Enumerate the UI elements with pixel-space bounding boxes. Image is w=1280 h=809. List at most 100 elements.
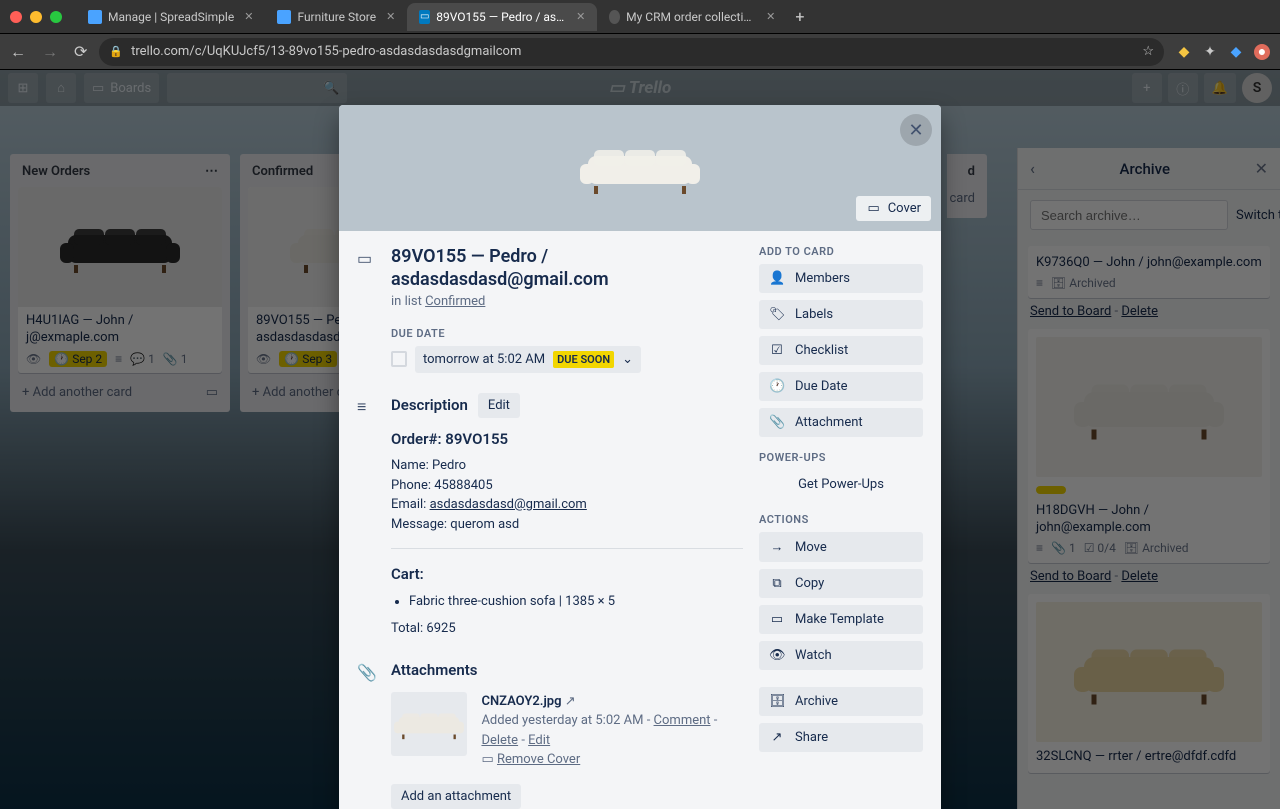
browser-tab-active[interactable]: ▭ 89VO155 — Pedro / asdasdas… ✕ [407, 3, 597, 31]
ext-icon[interactable]: ◆ [1228, 44, 1244, 60]
order-message: Message: querom asd [391, 515, 743, 535]
card-icon: ▭ [357, 245, 381, 268]
description-content[interactable]: Order#: 89VO155 Name: Pedro Phone: 45888… [391, 428, 743, 639]
attachment-icon: 📎 [769, 415, 785, 430]
browser-titlebar: Manage | SpreadSimple ✕ Furniture Store … [0, 0, 1280, 34]
description-label: Description [391, 396, 468, 414]
add-to-card-label: ADD TO CARD [759, 245, 923, 258]
order-email: Email: asdasdasdasd@gmail.com [391, 495, 743, 515]
forward-button[interactable]: → [42, 42, 58, 62]
close-tab-icon[interactable]: ✕ [386, 10, 395, 23]
attachment-thumbnail[interactable] [391, 692, 467, 756]
in-list-text: in list Confirmed [391, 294, 743, 309]
browser-toolbar: ← → ⟳ 🔒 trello.com/c/UqKUJcf5/13-89vo155… [0, 34, 1280, 70]
copy-icon: ⧉ [769, 576, 785, 591]
extensions-icon[interactable]: ✦ [1202, 44, 1218, 60]
tab-label: Manage | SpreadSimple [108, 10, 234, 24]
order-phone: Phone: 45888405 [391, 476, 743, 496]
browser-tab[interactable]: Manage | SpreadSimple ✕ [76, 3, 265, 31]
profile-avatar[interactable]: ● [1254, 44, 1270, 60]
share-icon: ↗ [769, 730, 785, 745]
browser-tabs: Manage | SpreadSimple ✕ Furniture Store … [76, 0, 812, 33]
reload-button[interactable]: ⟳ [74, 42, 87, 61]
address-bar[interactable]: 🔒 trello.com/c/UqKUJcf5/13-89vo155-pedro… [99, 38, 1164, 66]
labels-button[interactable]: 🏷Labels [759, 300, 923, 329]
move-button[interactable]: →Move [759, 532, 923, 562]
add-attachment-button[interactable]: Add an attachment [391, 784, 521, 809]
due-date-button[interactable]: tomorrow at 5:02 AM DUE SOON ⌄ [415, 346, 641, 373]
members-button[interactable]: 👤Members [759, 264, 923, 293]
modal-backdrop[interactable]: ✕ ▭ Cover ▭ 89VO155 — Pedro / asdasdasda… [0, 70, 1280, 809]
cart-header: Cart: [391, 563, 743, 586]
share-button[interactable]: ↗Share [759, 723, 923, 752]
close-tab-icon[interactable]: ✕ [766, 10, 775, 23]
close-modal-button[interactable]: ✕ [900, 114, 932, 146]
tab-label: Furniture Store [297, 10, 376, 24]
members-icon: 👤 [769, 271, 785, 286]
back-button[interactable]: ← [10, 42, 26, 62]
archive-icon: 🗄 [769, 694, 785, 709]
new-tab-button[interactable]: + [787, 7, 812, 26]
tab-favicon: ▭ [419, 10, 430, 24]
open-icon[interactable]: ↗ [565, 694, 576, 709]
attachment-delete-link[interactable]: Delete [481, 733, 518, 748]
order-header: Order#: 89VO155 [391, 428, 743, 451]
cover-icon: ▭ [866, 201, 882, 216]
url-text: trello.com/c/UqKUJcf5/13-89vo155-pedro-a… [131, 44, 1134, 59]
watch-icon: 👁 [769, 648, 785, 663]
clock-icon: 🕐 [769, 379, 785, 394]
trello-app: ⊞ ⌂ ▭ Boards 🔍 ▭ Trello + ⓘ 🔔 S My CRM ☆… [0, 70, 1280, 809]
checklist-icon: ☑ [769, 343, 785, 358]
edit-description-button[interactable]: Edit [478, 393, 520, 418]
remove-cover-link[interactable]: Remove Cover [497, 752, 580, 767]
attachment-comment-link[interactable]: Comment [654, 713, 711, 728]
due-date-button[interactable]: 🕐Due Date [759, 372, 923, 401]
attachment-edit-link[interactable]: Edit [528, 733, 550, 748]
chevron-down-icon: ⌄ [622, 352, 633, 367]
due-date-label: DUE DATE [391, 327, 743, 340]
attachment-filename[interactable]: CNZAOY2.jpg [481, 694, 561, 709]
checklist-button[interactable]: ☑Checklist [759, 336, 923, 365]
due-checkbox[interactable] [391, 351, 407, 367]
ext-icon[interactable]: ◆ [1176, 44, 1192, 60]
window-controls[interactable] [10, 11, 62, 23]
template-icon: ▭ [769, 612, 785, 627]
tab-favicon [277, 10, 291, 24]
get-power-ups-button[interactable]: Get Power-Ups [759, 470, 923, 499]
make-template-button[interactable]: ▭Make Template [759, 605, 923, 634]
maximize-window-icon[interactable] [50, 11, 62, 23]
card-cover-area[interactable]: ▭ Cover [339, 105, 941, 231]
lock-icon: 🔒 [109, 45, 123, 58]
watch-button[interactable]: 👁Watch [759, 641, 923, 670]
actions-label: ACTIONS [759, 513, 923, 526]
close-window-icon[interactable] [10, 11, 22, 23]
attachment-meta: Added yesterday at 5:02 AM - [481, 713, 653, 728]
order-name: Name: Pedro [391, 456, 743, 476]
tab-favicon [609, 10, 620, 24]
cover-button[interactable]: ▭ Cover [856, 196, 931, 221]
close-tab-icon[interactable]: ✕ [576, 10, 585, 23]
attachment-icon: 📎 [357, 659, 381, 682]
tab-label: 89VO155 — Pedro / asdasdas… [436, 10, 566, 24]
browser-tab[interactable]: My CRM order collection | Inte… ✕ [597, 3, 787, 31]
close-tab-icon[interactable]: ✕ [244, 10, 253, 23]
tab-favicon [88, 10, 102, 24]
labels-icon: 🏷 [769, 307, 785, 322]
email-link[interactable]: asdasdasdasd@gmail.com [430, 497, 587, 512]
star-icon[interactable]: ☆ [1142, 44, 1154, 59]
extensions: ◆ ✦ ◆ ● [1176, 44, 1270, 60]
card-title[interactable]: 89VO155 — Pedro / asdasdasdasd@gmail.com [391, 245, 743, 292]
archive-button[interactable]: 🗄Archive [759, 687, 923, 716]
cart-total: Total: 6925 [391, 619, 743, 639]
description-icon: ≡ [357, 393, 381, 417]
copy-button[interactable]: ⧉Copy [759, 569, 923, 598]
browser-tab[interactable]: Furniture Store ✕ [265, 3, 407, 31]
due-soon-badge: DUE SOON [553, 351, 614, 368]
tab-label: My CRM order collection | Inte… [626, 10, 756, 24]
cover-icon: ▭ [481, 752, 493, 767]
power-ups-label: POWER-UPS [759, 451, 923, 464]
attachment-button[interactable]: 📎Attachment [759, 408, 923, 437]
minimize-window-icon[interactable] [30, 11, 42, 23]
cart-item: Fabric three-cushion sofa | 1385 × 5 [409, 592, 743, 612]
list-link[interactable]: Confirmed [425, 294, 485, 309]
